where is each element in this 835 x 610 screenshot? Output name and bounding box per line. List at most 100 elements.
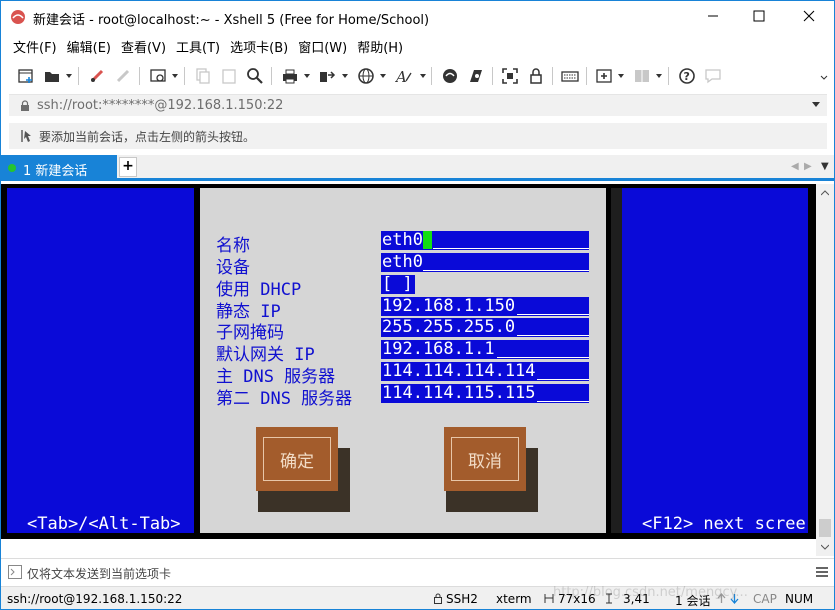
add-session-arrow-icon[interactable] (19, 128, 35, 144)
xftp-icon[interactable] (441, 67, 459, 85)
new-session-icon[interactable] (17, 67, 35, 85)
print-dropdown-icon[interactable] (304, 74, 310, 78)
menu-tabs[interactable]: 选项卡(B) (230, 37, 288, 56)
cancel-button[interactable]: 取消 (444, 427, 526, 491)
netmask-field[interactable]: 255.255.255.0 (381, 317, 589, 337)
chat-icon (705, 69, 721, 84)
properties-icon[interactable] (149, 67, 167, 85)
dhcp-checkbox[interactable]: [ ] (381, 274, 415, 294)
keyboard-icon[interactable] (561, 67, 579, 85)
tab-scroll-left-icon[interactable]: ◀ (791, 161, 799, 172)
connected-status-icon (8, 164, 16, 172)
menu-tools[interactable]: 工具(T) (176, 37, 220, 56)
transfer-dropdown-icon[interactable] (342, 74, 348, 78)
gateway-field[interactable]: 192.168.1.1 (381, 339, 589, 359)
status-term-type: xterm (496, 592, 532, 606)
add-tab-button[interactable]: + (119, 157, 137, 177)
secondary-dns-field[interactable]: 114.114.115.115 (381, 383, 589, 403)
minimize-button[interactable] (690, 1, 736, 31)
globe-icon[interactable] (357, 67, 375, 85)
field-underline (517, 314, 589, 315)
globe-dropdown-icon[interactable] (380, 74, 386, 78)
field-underline (433, 248, 589, 249)
properties-dropdown-icon[interactable] (172, 74, 178, 78)
fullscreen-icon[interactable] (501, 67, 519, 85)
ssh-lock-icon (434, 593, 442, 604)
toolbar-separator (184, 67, 185, 85)
menu-file[interactable]: 文件(F) (13, 37, 57, 56)
toolbar-separator (552, 67, 553, 85)
menu-window[interactable]: 窗口(W) (298, 37, 347, 56)
scroll-up-icon[interactable] (821, 190, 829, 196)
new-tab-icon[interactable] (595, 67, 613, 85)
title-bar: 新建会话 - root@localhost:~ - Xshell 5 (Free… (1, 1, 834, 33)
svg-text:A: A (395, 68, 407, 85)
find-icon[interactable] (246, 67, 264, 85)
minimize-icon (708, 15, 718, 17)
terminal-scrollbar[interactable] (816, 184, 834, 556)
status-num-lock: NUM (785, 592, 814, 606)
scrollbar-thumb[interactable] (819, 519, 831, 537)
toolbar-separator (668, 67, 669, 85)
font-dropdown-icon[interactable] (420, 74, 426, 78)
tab-hint: <Tab>/<Alt-Tab> (27, 514, 181, 534)
watermark-text: http://blog.csdn.net/mengcy... (553, 585, 748, 600)
primary-dns-field[interactable]: 114.114.114.114 (381, 361, 589, 381)
dialog-shadow (611, 188, 622, 533)
compose-text: 仅将文本发送到当前选项卡 (27, 567, 172, 581)
help-icon[interactable]: ? (678, 67, 696, 85)
lock-icon (21, 100, 29, 111)
open-folder-icon[interactable] (43, 67, 61, 85)
window-title: 新建会话 - root@localhost:~ - Xshell 5 (Free… (33, 13, 430, 28)
address-bar[interactable]: ssh://root:********@192.168.1.150:22 (9, 94, 827, 116)
menu-view[interactable]: 查看(V) (121, 37, 166, 56)
name-field[interactable]: eth0 (381, 230, 589, 250)
tab-list-icon[interactable]: ▼ (821, 161, 829, 172)
field-label-secondary-dns: 第二 DNS 服务器 (216, 389, 353, 409)
menu-icon[interactable] (816, 567, 828, 577)
toolbar-separator (431, 67, 432, 85)
text-cursor (423, 231, 432, 249)
toolbar: A ? (1, 63, 834, 89)
info-text: 要添加当前会话，点击左侧的箭头按钮。 (39, 130, 256, 144)
xshell-script-icon[interactable] (467, 67, 485, 85)
maximize-button[interactable] (736, 1, 782, 31)
static-ip-field[interactable]: 192.168.1.150 (381, 296, 589, 316)
lock-icon[interactable] (527, 67, 545, 85)
tab-label: 1 新建会话 (23, 164, 88, 179)
terminal-area[interactable]: 名称 设备 使用 DHCP 静态 IP 子网掩码 默认网关 IP 主 DNS 服… (1, 184, 816, 539)
field-underline (537, 401, 589, 402)
menu-help[interactable]: 帮助(H) (357, 37, 403, 56)
toolbar-overflow-icon[interactable] (819, 73, 829, 83)
ok-button-label: 确定 (263, 437, 331, 481)
tab-session-1[interactable]: 1 新建会话 (1, 155, 117, 181)
open-dropdown-icon[interactable] (66, 74, 72, 78)
print-icon[interactable] (281, 67, 299, 85)
layout-dropdown-icon (656, 74, 662, 78)
address-dropdown-icon[interactable] (812, 102, 820, 108)
copy-icon (196, 68, 210, 84)
font-icon[interactable]: A (395, 67, 413, 85)
field-underline (423, 270, 589, 271)
transfer-icon[interactable] (318, 67, 336, 85)
xshell-app-icon (11, 10, 25, 24)
tab-bar: 1 新建会话 + ◀ ▶ ▼ (1, 155, 834, 181)
toolbar-separator (78, 67, 79, 85)
ok-button[interactable]: 确定 (256, 427, 338, 491)
reconnect-icon[interactable] (88, 67, 106, 85)
tab-scroll-right-icon[interactable]: ▶ (804, 161, 812, 172)
field-underline (497, 357, 589, 358)
compose-bar[interactable]: 仅将文本发送到当前选项卡 (1, 558, 834, 584)
new-tab-dropdown-icon[interactable] (618, 74, 624, 78)
scroll-down-icon[interactable] (821, 544, 829, 550)
status-session: ssh://root@192.168.1.150:22 (7, 592, 183, 606)
close-icon (803, 10, 815, 22)
close-button[interactable] (786, 1, 832, 31)
address-input[interactable]: ssh://root:********@192.168.1.150:22 (37, 98, 283, 113)
menu-edit[interactable]: 编辑(E) (67, 37, 111, 56)
maximize-icon (753, 10, 765, 22)
f12-hint: <F12> next scree (642, 514, 806, 534)
device-field[interactable]: eth0 (381, 252, 589, 272)
status-protocol: SSH2 (446, 592, 478, 606)
field-underline (537, 379, 589, 380)
